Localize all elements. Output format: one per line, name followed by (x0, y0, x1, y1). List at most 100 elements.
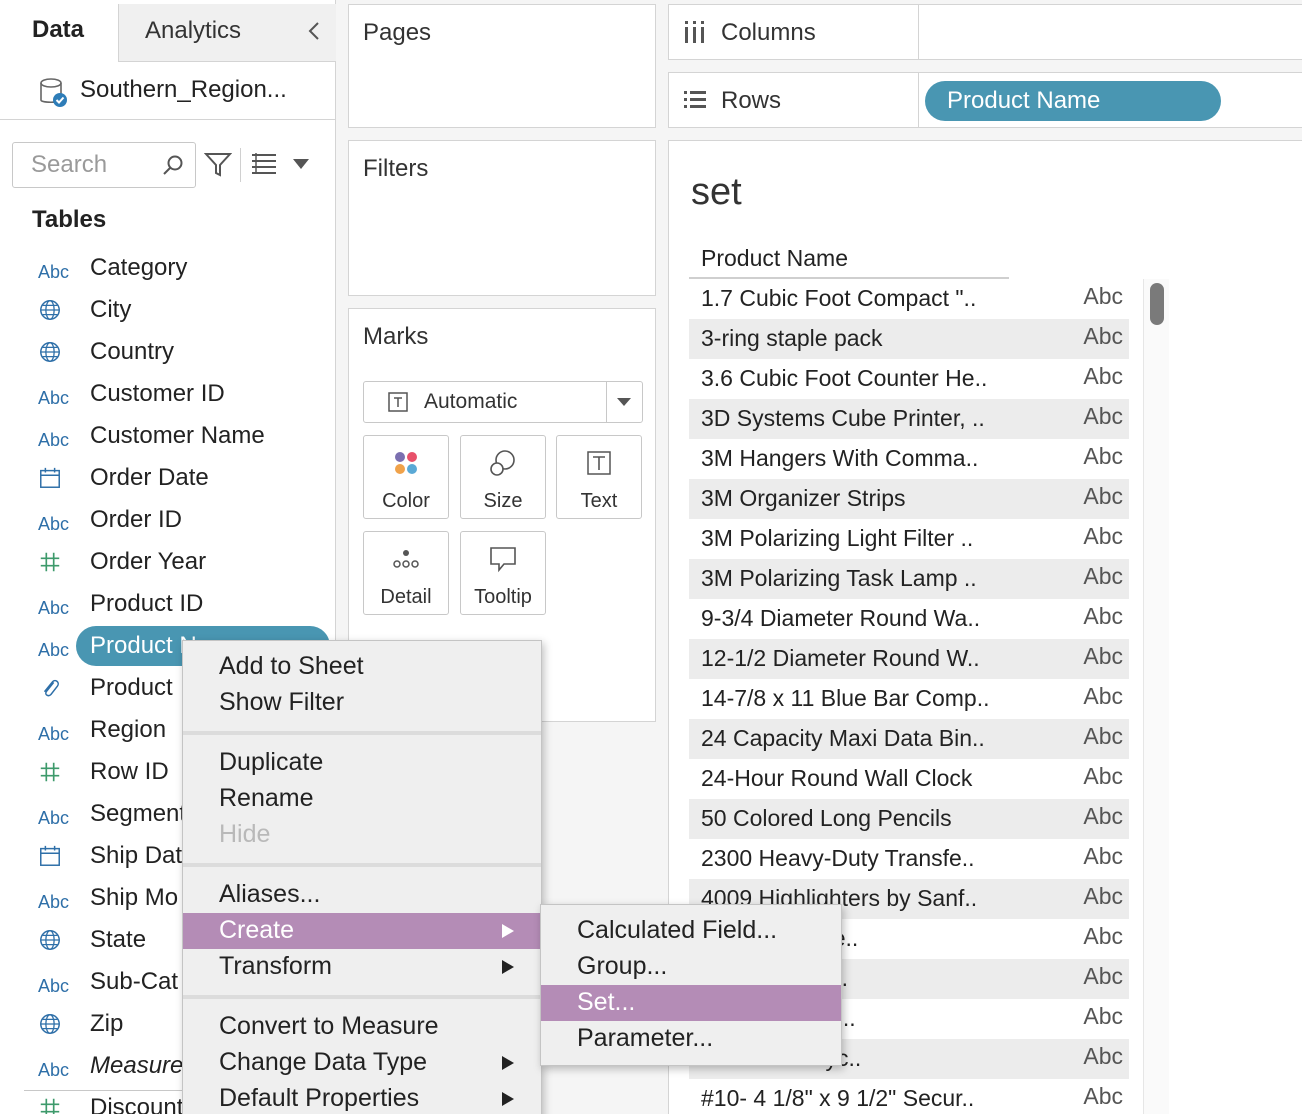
menu-item-change-data-type[interactable]: Change Data Type (183, 1045, 541, 1081)
table-row[interactable]: 9-3/4 Diameter Round Wa.. Abc (689, 599, 1129, 639)
field-name: Category (90, 254, 188, 281)
table-row[interactable]: 12-1/2 Diameter Round W.. Abc (689, 639, 1129, 679)
field-name: Order Date (90, 464, 209, 491)
table-row[interactable]: 3M Polarizing Task Lamp .. Abc (689, 559, 1129, 599)
menu-item-aliases[interactable]: Aliases... (183, 877, 541, 913)
table-row[interactable]: 3.6 Cubic Foot Counter He.. Abc (689, 359, 1129, 399)
row-abc-value: Abc (1083, 563, 1123, 589)
table-row[interactable]: 50 Colored Long Pencils Abc (689, 799, 1129, 839)
row-abc-value: Abc (1083, 723, 1123, 749)
menu-item-duplicate[interactable]: Duplicate (183, 745, 541, 781)
chevron-down-icon[interactable] (292, 158, 310, 170)
string-type-icon: Abc (38, 598, 70, 618)
field-name: Discount (90, 1094, 184, 1114)
field-item[interactable]: Abc Customer Name (0, 416, 336, 458)
text-button[interactable]: Text (556, 435, 642, 519)
field-name: Sub-Cat (90, 968, 179, 995)
filter-icon[interactable] (204, 150, 232, 178)
search-icon[interactable] (161, 153, 185, 177)
size-button[interactable]: Size (460, 435, 546, 519)
row-product-name: 3M Organizer Strips (701, 485, 906, 511)
field-item[interactable]: Abc Product ID (0, 584, 336, 626)
table-row[interactable]: 3M Hangers With Comma.. Abc (689, 439, 1129, 479)
table-row[interactable]: 24-Hour Round Wall Clock Abc (689, 759, 1129, 799)
list-view-icon[interactable] (250, 152, 278, 174)
table-row[interactable]: 3M Polarizing Light Filter .. Abc (689, 519, 1129, 559)
menu-item-change-data-type-label: Change Data Type (219, 1048, 428, 1076)
field-search (12, 142, 196, 188)
string-type-icon: Abc (38, 430, 70, 450)
table-row[interactable]: 2300 Heavy-Duty Transfe.. Abc (689, 839, 1129, 879)
scroll-thumb[interactable] (1150, 283, 1164, 325)
field-name: Measure (90, 1052, 184, 1079)
table-row[interactable]: 3D Systems Cube Printer, .. Abc (689, 399, 1129, 439)
submenu-item-set[interactable]: Set... (541, 985, 841, 1021)
text-icon (587, 451, 611, 475)
table-row[interactable]: 3-ring staple pack Abc (689, 319, 1129, 359)
table-row[interactable]: 24 Capacity Maxi Data Bin.. Abc (689, 719, 1129, 759)
columns-shelf[interactable]: Columns (668, 4, 1302, 60)
pages-shelf[interactable]: Pages (348, 4, 656, 128)
mark-type-dropdown[interactable]: Automatic (363, 381, 643, 423)
menu-item-hide: Hide (219, 820, 271, 848)
color-button[interactable]: Color (363, 435, 449, 519)
column-header[interactable]: Product Name (689, 245, 1009, 279)
field-item[interactable]: Order Year (0, 542, 336, 584)
table-row[interactable]: #10- 4 1/8" x 9 1/2" Secur.. Abc (689, 1079, 1129, 1114)
row-abc-value: Abc (1083, 683, 1123, 709)
row-product-name: #10- 4 1/8" x 9 1/2" Secur.. (701, 1085, 975, 1111)
menu-item-show-filter[interactable]: Show Filter (183, 685, 541, 721)
menu-item-convert-to-measure[interactable]: Convert to Measure (183, 1009, 541, 1045)
menu-item-add-to-sheet[interactable]: Add to Sheet (183, 649, 541, 685)
globe-icon (38, 928, 72, 954)
vertical-scrollbar[interactable] (1143, 279, 1169, 1114)
field-name: Zip (90, 1010, 124, 1037)
table-row[interactable]: 14-7/8 x 11 Blue Bar Comp.. Abc (689, 679, 1129, 719)
field-item[interactable]: Order Date (0, 458, 336, 500)
field-name: Ship Dat (90, 842, 183, 869)
string-type-icon: Abc (38, 514, 70, 534)
submenu-arrow-icon (502, 924, 514, 938)
tab-data[interactable]: Data (0, 0, 118, 62)
rows-shelf[interactable]: Rows Product Name (668, 72, 1302, 128)
menu-item-create[interactable]: Create (183, 913, 541, 949)
search-input[interactable] (13, 143, 163, 187)
row-abc-value: Abc (1083, 1083, 1123, 1109)
collapse-pane-icon[interactable] (306, 20, 322, 42)
submenu-item-parameter[interactable]: Parameter... (541, 1021, 841, 1057)
field-name: Row ID (90, 758, 169, 785)
menu-item-default-properties-label: Default Properties (219, 1084, 420, 1112)
detail-icon (393, 550, 419, 568)
field-item[interactable]: Abc Order ID (0, 500, 336, 542)
filters-shelf[interactable]: Filters (348, 140, 656, 296)
menu-item-transform[interactable]: Transform (183, 949, 541, 985)
tooltip-button[interactable]: Tooltip (460, 531, 546, 615)
rows-pill-product-name[interactable]: Product Name (925, 81, 1221, 121)
detail-button[interactable]: Detail (363, 531, 449, 615)
menu-item-default-properties[interactable]: Default Properties (183, 1081, 541, 1114)
chevron-down-icon[interactable] (616, 396, 632, 408)
globe-icon (38, 340, 72, 366)
field-item[interactable]: Abc Customer ID (0, 374, 336, 416)
menu-item-rename[interactable]: Rename (183, 781, 541, 817)
table-row[interactable]: 3M Organizer Strips Abc (689, 479, 1129, 519)
datasource-item[interactable]: Southern_Region... (0, 62, 336, 120)
columns-text: Columns (721, 19, 816, 46)
tab-analytics[interactable]: Analytics (118, 4, 336, 62)
submenu-item-calculated-field[interactable]: Calculated Field... (541, 913, 841, 949)
marks-title: Marks (363, 323, 429, 350)
field-item[interactable]: Abc Category (0, 248, 336, 290)
submenu-item-group[interactable]: Group... (541, 949, 841, 985)
number-icon (38, 1096, 72, 1114)
table-row[interactable]: 1.7 Cubic Foot Compact ".. Abc (689, 279, 1129, 319)
sheet-title[interactable]: set (691, 171, 742, 214)
row-product-name: 50 Colored Long Pencils (701, 805, 952, 831)
field-name: Region (90, 716, 167, 743)
field-item[interactable]: Country (0, 332, 336, 374)
globe-icon (38, 298, 72, 324)
field-item[interactable]: City (0, 290, 336, 332)
menu-item-transform-label: Transform (219, 952, 332, 980)
pages-title: Pages (363, 19, 432, 46)
row-abc-value: Abc (1083, 603, 1123, 629)
rows-label: Rows (669, 73, 919, 127)
